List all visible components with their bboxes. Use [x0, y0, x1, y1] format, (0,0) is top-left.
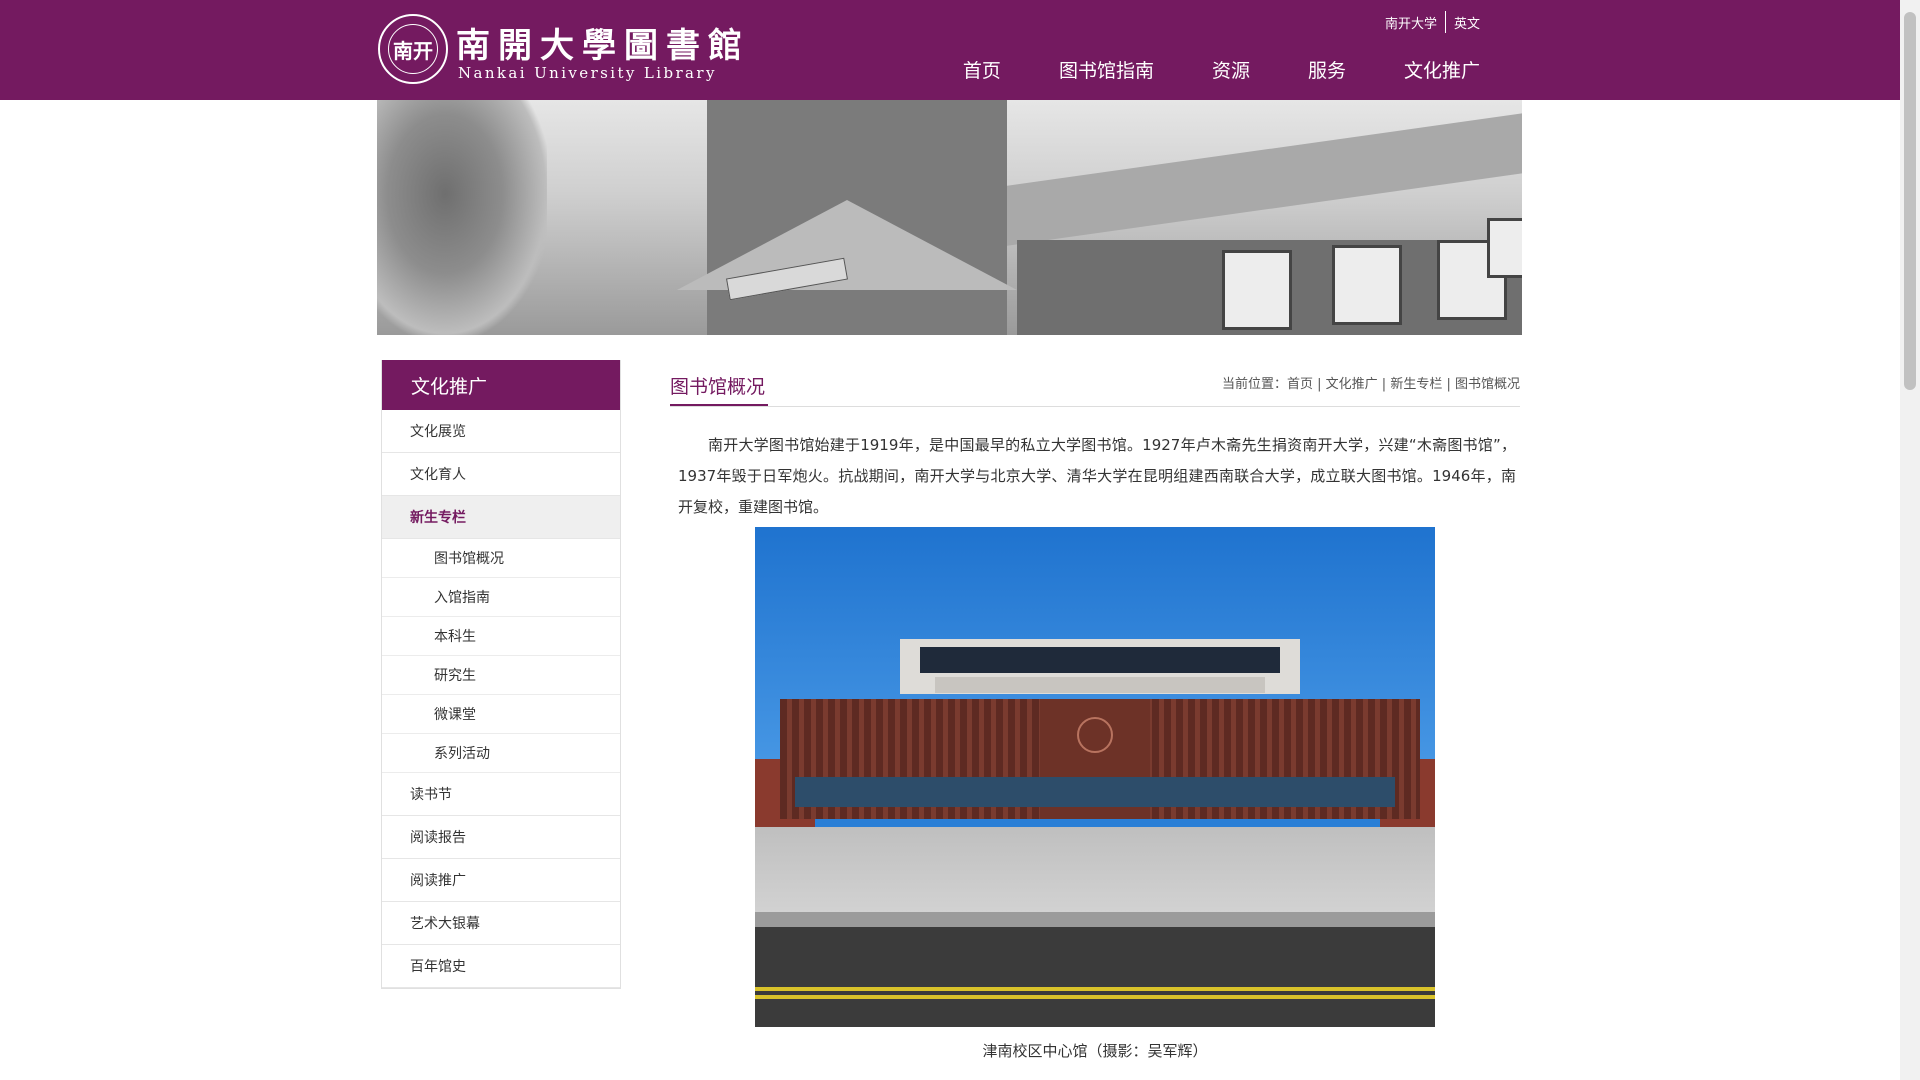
breadcrumb-freshman[interactable]: 新生专栏	[1390, 377, 1442, 392]
sidebar-item-reading-promotion[interactable]: 阅读推广	[382, 859, 620, 902]
scrollbar-thumb[interactable]	[1904, 12, 1916, 390]
page-title: 图书馆概况	[670, 376, 766, 398]
nav-resources[interactable]: 资源	[1212, 56, 1250, 83]
link-nankai-university[interactable]: 南开大学	[1385, 13, 1437, 32]
sidebar-item-library-history[interactable]: 百年馆史	[382, 945, 620, 988]
sidebar-subitem-graduate[interactable]: 研究生	[382, 656, 620, 695]
nav-culture[interactable]: 文化推广	[1404, 56, 1480, 83]
logo-english-name: Nankai University Library	[458, 64, 717, 82]
breadcrumb-culture[interactable]: 文化推广	[1326, 377, 1378, 392]
intro-paragraph: 南开大学图书馆始建于1919年，是中国最早的私立大学图书馆。1927年卢木斋先生…	[678, 436, 1516, 516]
library-logo[interactable]: 南开 南開大學圖書館 Nankai University Library	[378, 14, 742, 86]
nav-home[interactable]: 首页	[963, 56, 1001, 83]
top-links: 南开大学 英文	[1385, 11, 1480, 33]
logo-chinese-name: 南開大學圖書館	[456, 26, 750, 66]
top-links-divider	[1444, 11, 1446, 33]
university-seal-icon: 南开	[378, 14, 448, 84]
seal-glyph: 南开	[393, 38, 433, 63]
sidebar-item-reading-festival[interactable]: 读书节	[382, 773, 620, 816]
sidebar-subitem-library-overview[interactable]: 图书馆概况	[382, 539, 620, 578]
sidebar-item-cultural-education[interactable]: 文化育人	[382, 453, 620, 496]
nav-services[interactable]: 服务	[1308, 56, 1346, 83]
sidebar-item-reading-report[interactable]: 阅读报告	[382, 816, 620, 859]
central-library-photo	[755, 527, 1435, 1027]
link-english[interactable]: 英文	[1454, 13, 1480, 32]
sidebar-item-freshman-column[interactable]: 新生专栏	[382, 496, 620, 539]
sidebar-title: 文化推广	[382, 360, 620, 410]
sidebar-subitem-series-activities[interactable]: 系列活动	[382, 734, 620, 773]
page-scrollbar[interactable]	[1900, 0, 1920, 1080]
site-header: 南开 南開大學圖書館 Nankai University Library 南开大…	[0, 0, 1900, 100]
title-divider	[670, 406, 1520, 407]
sidebar-subitem-micro-class[interactable]: 微课堂	[382, 695, 620, 734]
sidebar-subitem-undergraduate[interactable]: 本科生	[382, 617, 620, 656]
sidebar-item-art-screen[interactable]: 艺术大银幕	[382, 902, 620, 945]
sidebar-menu: 文化推广 文化展览 文化育人 新生专栏 图书馆概况 入馆指南 本科生 研究生 微…	[381, 360, 621, 989]
banner-historic-library-photo	[377, 100, 1522, 335]
page: 南开 南開大學圖書館 Nankai University Library 南开大…	[0, 0, 1920, 1080]
sidebar-subitem-entry-guide[interactable]: 入馆指南	[382, 578, 620, 617]
photo-caption: 津南校区中心馆（摄影：吴军辉）	[982, 1042, 1208, 1060]
breadcrumb-current[interactable]: 图书馆概况	[1455, 377, 1520, 392]
main-nav: 首页 图书馆指南 资源 服务 文化推广	[905, 56, 1480, 83]
sidebar-item-culture-exhibition[interactable]: 文化展览	[382, 410, 620, 453]
nav-library-guide[interactable]: 图书馆指南	[1059, 56, 1154, 83]
breadcrumb: 当前位置：首页 | 文化推广 | 新生专栏 | 图书馆概况	[1221, 377, 1520, 392]
breadcrumb-home[interactable]: 首页	[1287, 377, 1313, 392]
breadcrumb-prefix: 当前位置：	[1221, 377, 1287, 392]
